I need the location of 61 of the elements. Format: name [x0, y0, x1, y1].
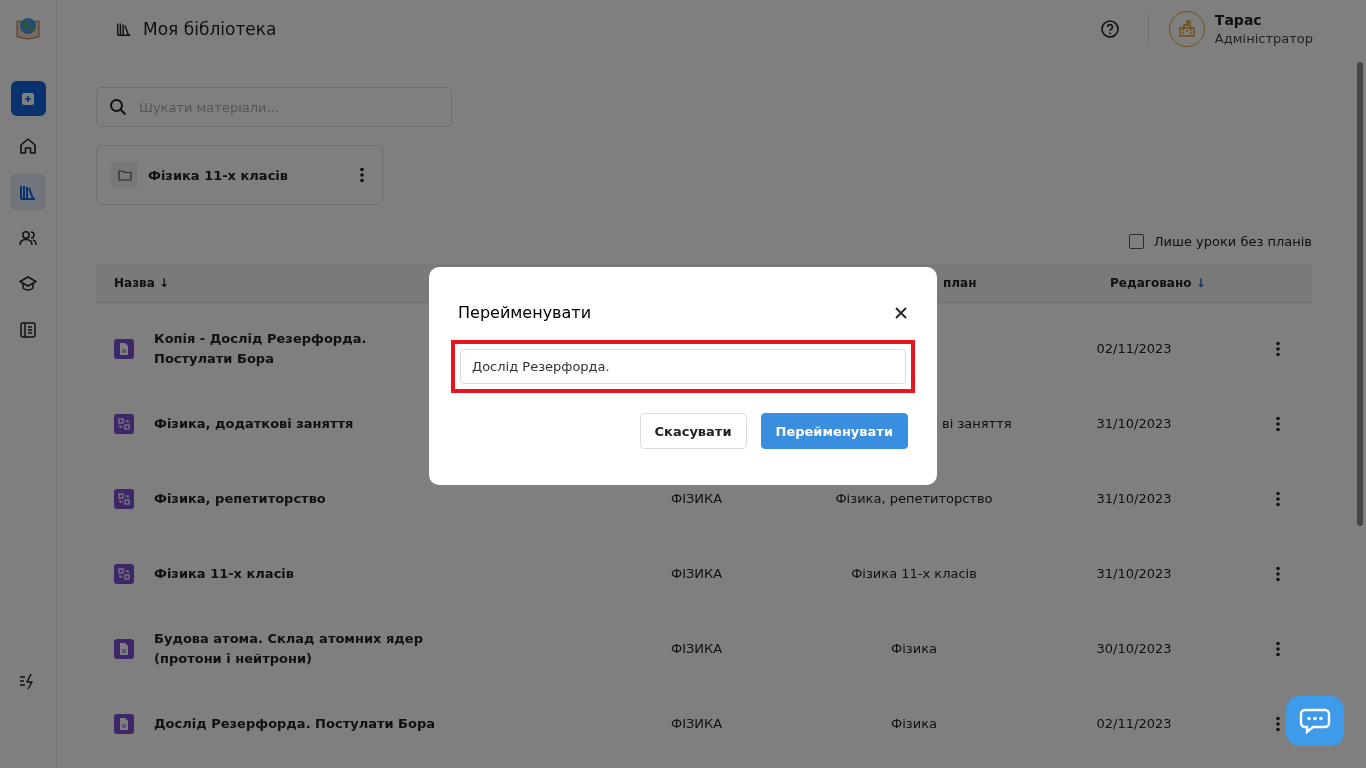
column-header[interactable]: Редаговано ↓: [1110, 276, 1206, 290]
date-cell-text: 02/11/2023: [1095, 716, 1173, 731]
lesson-name[interactable]: Дослід Резерфорда. Постулати Бора: [154, 713, 436, 734]
folder-card[interactable]: Фізика 11-х класів: [96, 145, 383, 205]
document-icon: [114, 638, 134, 659]
plan-cell: Фізика: [891, 641, 937, 656]
column-header[interactable]: Назва ↓: [114, 276, 170, 290]
filter-label: Лише уроки без планів: [1153, 234, 1312, 249]
plus-icon: [21, 91, 35, 106]
lesson-name[interactable]: Будова атома. Склад атомних ядер (протони і нейтрони): [154, 628, 444, 669]
search-icon: [108, 97, 128, 117]
nav-item[interactable]: [10, 174, 46, 210]
group-icon: [114, 563, 134, 584]
plan-cell: Фізика, репетиторство: [835, 491, 993, 506]
group-icon: [114, 413, 134, 434]
lesson-name[interactable]: Фізика, репетиторство: [154, 488, 326, 509]
graduation-cap-icon: [18, 274, 38, 294]
date-cell-text: 02/11/2023: [1095, 341, 1173, 356]
subject-cell: ФІЗИКА: [671, 566, 723, 581]
document-icon: [114, 713, 134, 734]
more-icon[interactable]: [1276, 490, 1280, 507]
checkbox[interactable]: [1128, 234, 1144, 249]
plan-cell: Фізика 11-х класів: [851, 566, 977, 581]
add-button[interactable]: [10, 81, 46, 116]
lesson-name[interactable]: Фізика, додаткові заняття: [154, 413, 354, 434]
date-cell-text: 31/10/2023: [1095, 491, 1173, 506]
home-icon: [18, 136, 38, 156]
date-cell-text: 31/10/2023: [1095, 416, 1173, 431]
chat-icon: [1299, 707, 1331, 735]
close-icon[interactable]: [894, 305, 908, 320]
rename-button[interactable]: Перейменувати: [760, 413, 908, 449]
more-icon[interactable]: [1276, 565, 1280, 582]
subject-cell: ФІЗИКА: [671, 491, 723, 506]
dialog-title: Перейменувати: [458, 303, 592, 322]
more-icon[interactable]: [1276, 640, 1280, 657]
folder-icon: [111, 161, 138, 189]
lesson-name[interactable]: Фізика 11-х класів: [154, 563, 295, 584]
chat-button[interactable]: [1286, 696, 1344, 746]
name-input[interactable]: Дослід Резерфорда.: [460, 349, 906, 384]
plan-cell: ві заняття: [942, 416, 1012, 431]
date-cell-text: 31/10/2023: [1095, 566, 1173, 581]
notebook-icon: [18, 320, 38, 340]
more-icon[interactable]: [1276, 715, 1280, 732]
user-name: Тарас: [1214, 11, 1263, 28]
more-icon[interactable]: [1276, 415, 1280, 432]
date-cell-text: 30/10/2023: [1095, 641, 1173, 656]
help-icon[interactable]: [1099, 18, 1120, 39]
page-title: Моя бібліотека: [143, 18, 277, 39]
folder-name: Фізика 11-х класів: [148, 167, 290, 183]
subject-cell: ФІЗИКА: [671, 641, 723, 656]
more-icon[interactable]: [360, 167, 364, 183]
cancel-button[interactable]: Скасувати: [639, 413, 747, 449]
column-header[interactable]: план: [943, 276, 977, 290]
users-icon: [18, 228, 38, 248]
scrollbar[interactable]: [1357, 62, 1363, 526]
more-icon[interactable]: [1276, 340, 1280, 357]
user-role: Адміністратор: [1214, 30, 1313, 46]
group-icon: [114, 488, 134, 509]
document-icon: [114, 338, 134, 359]
plan-cell: Фізика: [891, 716, 937, 731]
subject-cell: ФІЗИКА: [671, 716, 723, 731]
